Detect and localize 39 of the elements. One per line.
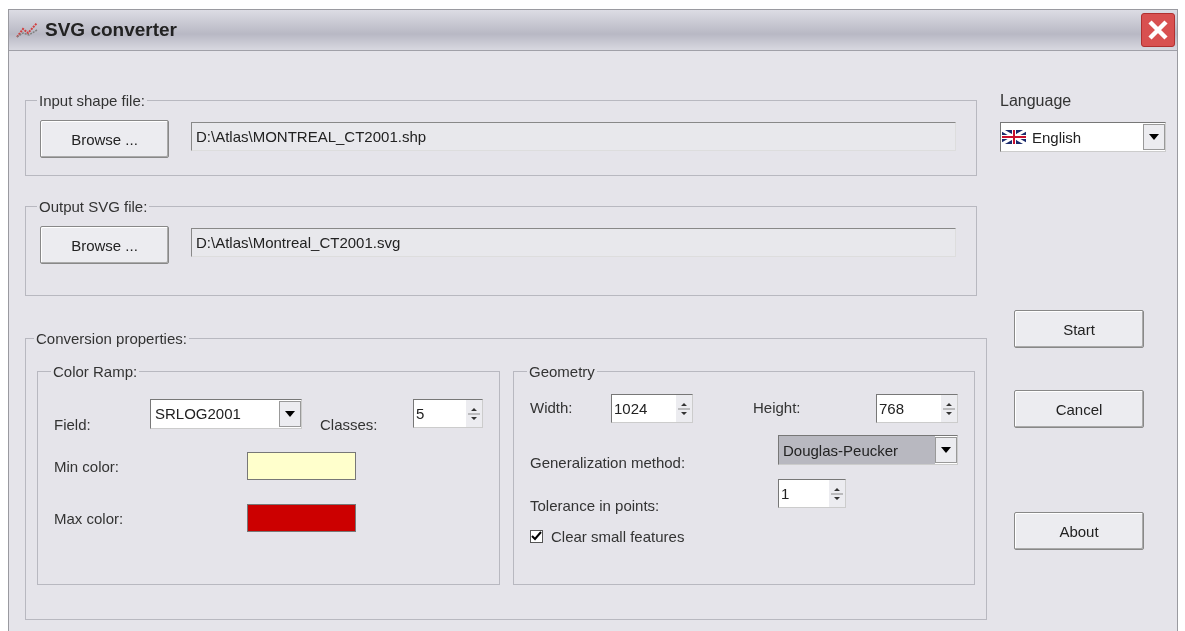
classes-spinner[interactable]: 5 bbox=[413, 399, 483, 428]
caret-icon bbox=[941, 447, 951, 453]
checkbox-label: Clear small features bbox=[551, 528, 685, 545]
classes-label: Classes: bbox=[320, 416, 379, 433]
language-dropdown[interactable]: English bbox=[1000, 122, 1166, 152]
window-title: SVG converter bbox=[45, 19, 177, 41]
language-label: Language bbox=[1000, 92, 1073, 110]
color-swatch[interactable] bbox=[247, 452, 356, 480]
input-field[interactable]: D:\Atlas\MONTREAL_CT2001.shp bbox=[191, 121, 956, 151]
browse-button[interactable]: Browse ... bbox=[40, 226, 169, 264]
browse-button[interactable]: Browse ... bbox=[40, 120, 169, 158]
height-spinner[interactable]: 768 bbox=[876, 394, 958, 423]
tolerance-spinner[interactable]: 1 bbox=[778, 479, 846, 508]
group-label: Color Ramp: bbox=[52, 363, 139, 380]
group-label: Input shape file: bbox=[38, 92, 146, 109]
field-dropdown[interactable]: SRLOG2001 bbox=[150, 398, 302, 429]
close-icon bbox=[1147, 19, 1169, 41]
group-label: Conversion properties: bbox=[35, 330, 188, 347]
width-label: Width: bbox=[530, 398, 574, 416]
output-field[interactable]: D:\Atlas\Montreal_CT2001.svg bbox=[191, 227, 956, 257]
checkbox[interactable] bbox=[530, 530, 543, 543]
height-label: Height: bbox=[753, 398, 802, 416]
action-button[interactable]: Cancel bbox=[1014, 390, 1144, 428]
color-swatch[interactable] bbox=[247, 504, 356, 532]
action-button[interactable]: Start bbox=[1014, 310, 1144, 348]
caret-icon bbox=[1149, 134, 1159, 140]
method-label: Generalization method: bbox=[530, 454, 687, 471]
tolerance-label: Tolerance in points: bbox=[530, 497, 661, 514]
group-label: Geometry bbox=[528, 363, 596, 380]
flag-icon bbox=[1002, 130, 1026, 144]
width-spinner[interactable]: 1024 bbox=[611, 394, 693, 423]
group-label: Output SVG file: bbox=[38, 198, 149, 215]
method-dropdown[interactable]: Douglas-Peucker bbox=[778, 435, 958, 465]
color-label: Max color: bbox=[54, 509, 125, 527]
field-label: Field: bbox=[54, 416, 92, 433]
action-button[interactable]: About bbox=[1014, 512, 1144, 550]
caret-icon bbox=[285, 410, 295, 417]
close-button[interactable] bbox=[1141, 13, 1175, 47]
color-label: Min color: bbox=[54, 457, 121, 475]
